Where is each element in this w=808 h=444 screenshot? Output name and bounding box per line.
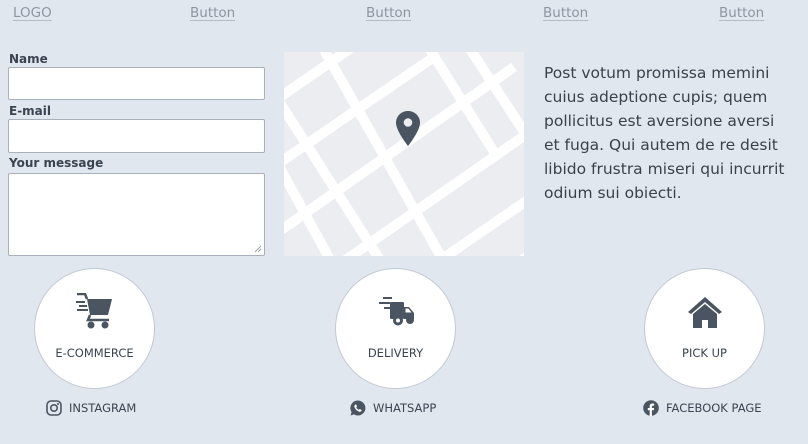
instagram-link[interactable]: INSTAGRAM — [46, 400, 136, 416]
facebook-icon — [643, 400, 659, 416]
map-streets — [284, 52, 524, 256]
name-field[interactable] — [8, 67, 265, 100]
service-label: DELIVERY — [367, 346, 424, 360]
intro-paragraph: Post votum promissa memini cuius adeptio… — [544, 64, 785, 202]
map-pin-icon — [396, 111, 420, 146]
resize-grip-icon[interactable] — [254, 245, 262, 253]
shopping-cart-icon — [75, 293, 112, 329]
facebook-link[interactable]: FACEBOOK PAGE — [643, 400, 762, 416]
service-delivery[interactable]: DELIVERY — [335, 268, 456, 389]
logo-link[interactable]: LOGO — [13, 5, 52, 21]
delivery-truck-icon — [378, 297, 414, 326]
house-icon — [687, 297, 722, 328]
whatsapp-link[interactable]: WHATSAPP — [350, 400, 436, 416]
service-label: PICK UP — [682, 346, 727, 360]
instagram-icon — [46, 400, 62, 416]
service-label: E-COMMERCE — [55, 346, 134, 360]
email-field[interactable] — [8, 119, 265, 153]
service-pickup[interactable]: PICK UP — [644, 268, 765, 389]
social-label: WHATSAPP — [373, 401, 437, 415]
email-label: E-mail — [9, 104, 52, 118]
nav-button-3[interactable]: Button — [543, 5, 588, 21]
message-label: Your message — [9, 156, 104, 170]
nav-button-4[interactable]: Button — [719, 5, 764, 21]
service-ecommerce[interactable]: E-COMMERCE — [34, 268, 155, 389]
location-map[interactable] — [284, 52, 524, 256]
name-label: Name — [9, 52, 48, 66]
message-field[interactable] — [8, 173, 265, 256]
social-label: FACEBOOK PAGE — [666, 401, 762, 415]
whatsapp-icon — [350, 400, 366, 416]
nav-button-2[interactable]: Button — [366, 5, 411, 21]
social-label: INSTAGRAM — [69, 401, 137, 415]
nav-button-1[interactable]: Button — [190, 5, 235, 21]
